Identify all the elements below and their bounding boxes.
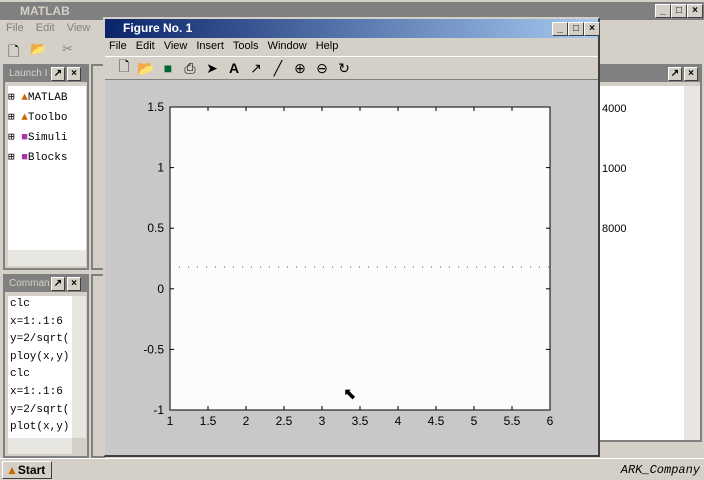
mouse-cursor-icon: ⬉ [343, 386, 357, 403]
close-panel-button[interactable]: × [684, 67, 698, 81]
horizontal-scrollbar[interactable] [8, 250, 86, 266]
history-line[interactable]: plot(x,y) [10, 419, 72, 437]
tree-item-label: Toolbo [27, 112, 68, 124]
tree-item-label: Blocks [27, 152, 68, 164]
history-line[interactable]: clc [10, 296, 72, 314]
figure-menu-file[interactable]: File [109, 40, 127, 52]
figure-menu-edit[interactable]: Edit [136, 40, 155, 52]
figure-minimize-button[interactable]: _ [552, 22, 568, 36]
close-panel-button[interactable]: × [67, 67, 81, 81]
output-value: 4000 [602, 103, 627, 115]
taskbar: ▲Start ARK_Company [0, 458, 704, 480]
x-tick-label: 6 [547, 414, 554, 428]
y-tick-label: 1 [157, 161, 164, 175]
history-line[interactable]: y=2/sqrt(' [10, 331, 72, 349]
y-tick-label: 0 [157, 282, 164, 296]
x-tick-label: 5.5 [504, 414, 521, 428]
figure-menu-tools[interactable]: Tools [233, 40, 259, 52]
tree-item-label: Simuli [27, 132, 68, 144]
figure-maximize-button[interactable]: □ [568, 22, 584, 36]
matlab-logo-icon: ▲ [6, 463, 18, 477]
insert-arrow-icon[interactable]: ↗ [247, 60, 265, 77]
zoom-in-icon[interactable]: ⊕ [291, 60, 309, 77]
history-line[interactable]: clc [10, 366, 72, 384]
tree-item[interactable]: ⊞ ■Simuli [8, 130, 86, 150]
y-tick-label: 0.5 [147, 221, 164, 235]
figure-menu-help[interactable]: Help [316, 40, 339, 52]
new-figure-icon[interactable]: 🗋 [115, 56, 133, 80]
history-line[interactable]: x=1:.1:6 [10, 384, 72, 402]
close-button[interactable]: × [687, 4, 703, 18]
y-tick-label: -1 [153, 403, 164, 417]
figure-title: Figure No. 1 [123, 21, 193, 35]
taskbar-label: ARK_Company [620, 463, 700, 477]
figure-menu-insert[interactable]: Insert [196, 40, 224, 52]
launch-pad-panel: Launch I ↗ × ⊞ ▲MATLAB ⊞ ▲Toolbo ⊞ ■Simu… [3, 64, 89, 270]
x-tick-label: 3 [319, 414, 326, 428]
menu-file[interactable]: File [6, 22, 24, 34]
main-menu: FileEditViewW [0, 22, 119, 34]
tree-item[interactable]: ⊞ ■Blocks [8, 150, 86, 170]
tree-item[interactable]: ⊞ ▲Toolbo [8, 110, 86, 130]
main-title: MATLAB [20, 4, 70, 18]
minimize-button[interactable]: _ [655, 4, 671, 18]
print-icon[interactable]: ⎙ [181, 60, 199, 77]
undock-button[interactable]: ↗ [668, 67, 682, 81]
menu-edit[interactable]: Edit [36, 22, 55, 34]
start-button[interactable]: ▲Start [2, 461, 52, 479]
open-icon[interactable]: 📂 [137, 60, 155, 77]
figure-toolbar: 🗋 📂 ■ ⎙ ➤ A ↗ ╱ ⊕ ⊖ ↻ [105, 56, 598, 80]
x-tick-label: 4.5 [428, 414, 445, 428]
start-label: Start [17, 463, 46, 477]
output-value: 1000 [602, 163, 627, 175]
open-folder-icon[interactable]: 📂 [30, 41, 46, 57]
undock-button[interactable]: ↗ [51, 277, 65, 291]
figure-close-button[interactable]: × [584, 22, 600, 36]
output-value: 8000 [602, 223, 627, 235]
command-window-panel: ↗ × 4000 1000 8000 [598, 64, 702, 442]
x-tick-label: 5 [471, 414, 478, 428]
history-line[interactable]: y=2/sqrt(' [10, 402, 72, 420]
select-arrow-icon[interactable]: ➤ [203, 60, 221, 77]
x-tick-label: 2 [243, 414, 250, 428]
vertical-scrollbar[interactable] [684, 86, 700, 440]
maximize-button[interactable]: □ [671, 4, 687, 18]
plot-axes [169, 106, 551, 411]
insert-text-icon[interactable]: A [225, 60, 243, 76]
figure-menu-window[interactable]: Window [268, 40, 307, 52]
history-line[interactable]: x=1:.1:6 [10, 314, 72, 332]
x-tick-label: 3.5 [352, 414, 369, 428]
y-tick-label: -0.5 [143, 342, 164, 356]
zoom-out-icon[interactable]: ⊖ [313, 60, 331, 77]
y-tick-label: 1.5 [147, 100, 164, 114]
tree-item[interactable]: ⊞ ▲MATLAB [8, 90, 86, 110]
close-panel-button[interactable]: × [67, 277, 81, 291]
cut-icon[interactable]: ✂ [62, 41, 73, 57]
figure-menu: File Edit View Insert Tools Window Help [105, 38, 598, 56]
figure-menu-view[interactable]: View [164, 40, 188, 52]
x-tick-label: 1.5 [200, 414, 217, 428]
save-icon[interactable]: ■ [159, 60, 177, 76]
horizontal-scrollbar[interactable] [8, 438, 72, 454]
x-tick-label: 1 [167, 414, 174, 428]
history-line[interactable]: ploy(x,y) [10, 349, 72, 367]
command-history-panel: Comman ↗ × clc x=1:.1:6 y=2/sqrt(' ploy(… [3, 274, 89, 458]
menu-view[interactable]: View [67, 22, 91, 34]
x-tick-label: 2.5 [276, 414, 293, 428]
vertical-scrollbar[interactable] [72, 296, 86, 438]
tree-item-label: MATLAB [27, 92, 68, 104]
rotate-icon[interactable]: ↻ [335, 60, 353, 77]
x-tick-label: 4 [395, 414, 402, 428]
insert-line-icon[interactable]: ╱ [269, 60, 287, 77]
undock-button[interactable]: ↗ [51, 67, 65, 81]
figure-title-bar: Figure No. 1 [105, 19, 598, 38]
new-file-icon[interactable]: 🗋 [8, 41, 19, 65]
